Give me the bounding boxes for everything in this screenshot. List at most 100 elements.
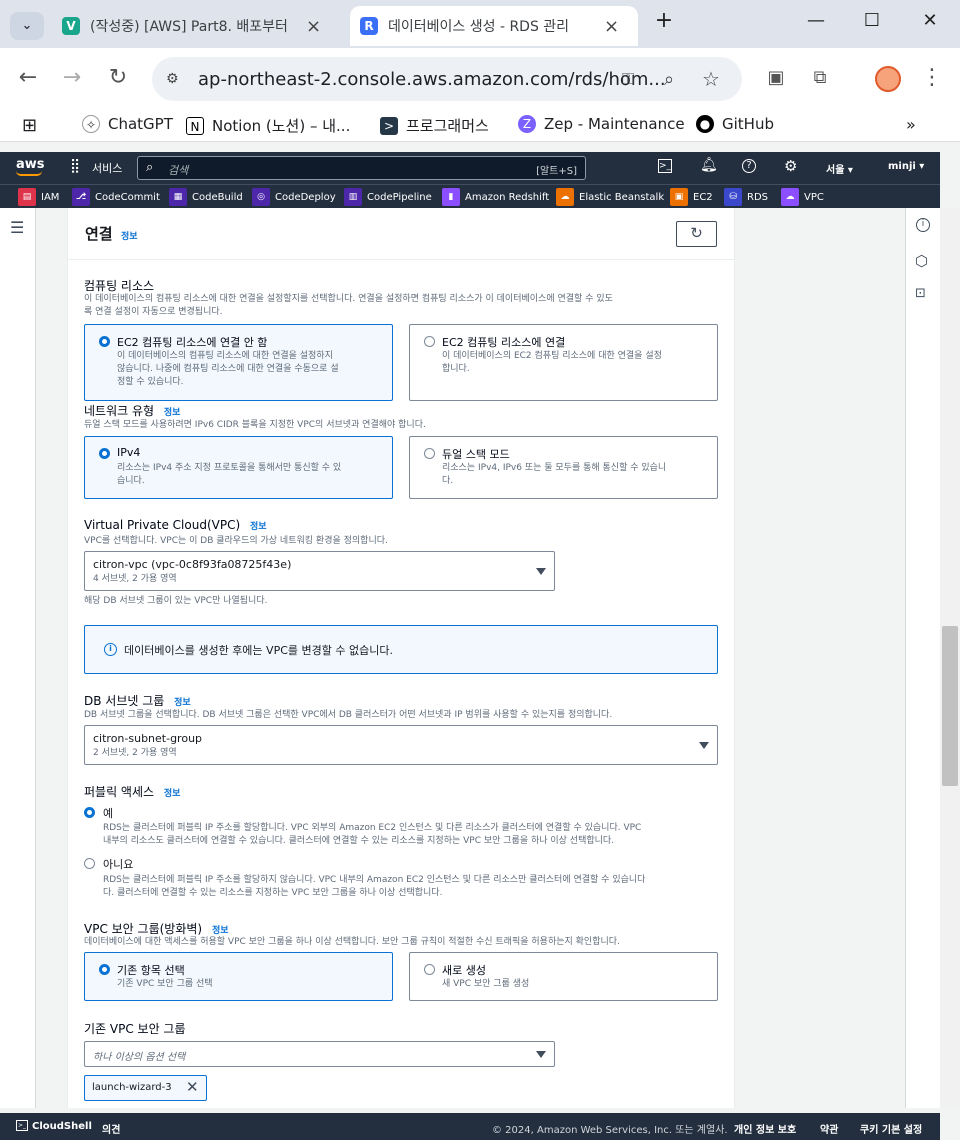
terms-link[interactable]: 약관 (820, 1121, 838, 1136)
tab-inactive[interactable]: V (작성중) [AWS] Part8. 배포부터 × (52, 6, 342, 46)
panel-header: 연결 정보 ↻ (67, 208, 735, 260)
shortcut-rds[interactable]: ⛁ RDS (724, 188, 768, 206)
compute-option-no-connect[interactable]: EC2 컴퓨팅 리소스에 연결 안 함 이 데이터베이스의 컴퓨팅 리소스에 대… (84, 324, 393, 401)
cloudshell-link[interactable]: CloudShell (32, 1121, 92, 1132)
sg-option-create-new[interactable]: 새로 생성 새 VPC 보안 그룹 생성 (409, 952, 718, 1001)
reload-icon[interactable]: ↻ (106, 66, 130, 90)
apps-grid-icon[interactable]: ⊞ (22, 115, 37, 136)
back-icon[interactable]: ← (16, 66, 40, 90)
shortcut-ec2[interactable]: ▣ EC2 (670, 188, 713, 206)
cloudshell-icon[interactable]: >_ (658, 159, 672, 173)
section-info-link[interactable]: 정보 (121, 229, 138, 242)
bookmark-chatgpt[interactable]: ✧ ChatGPT (82, 115, 173, 133)
menu-icon[interactable]: ⋮ (920, 66, 944, 90)
bookmark-github[interactable]: ● GitHub (696, 115, 774, 133)
shortcut-vpc[interactable]: ☁ VPC (781, 188, 824, 206)
services-menu[interactable]: 서비스 (92, 160, 122, 176)
radio-selected[interactable] (99, 336, 110, 347)
sg-info-link[interactable]: 정보 (212, 926, 229, 936)
option-desc: 이 데이터베이스의 EC2 컴퓨팅 리소스에 대한 연결을 설정 (442, 351, 662, 361)
settings-gear-icon[interactable]: ⚙ (784, 157, 797, 175)
left-nav-rail: ☰ (0, 208, 36, 1108)
radio-selected[interactable] (99, 448, 110, 459)
network-option-ipv4[interactable]: IPv4 리소스는 IPv4 주소 지정 프로토콜을 통해서만 통신할 수 있 … (84, 436, 393, 499)
existing-sg-multiselect[interactable]: 하나 이상의 옵션 선택 (84, 1041, 555, 1067)
token-label: launch-wizard-3 (92, 1082, 172, 1093)
public-yes-radio[interactable] (84, 807, 95, 818)
bookmark-programmers[interactable]: > 프로그래머스 (380, 115, 489, 136)
radio-unselected[interactable] (424, 448, 435, 459)
radio-unselected[interactable] (424, 336, 435, 347)
network-info-link[interactable]: 정보 (164, 408, 181, 418)
key-icon[interactable]: ⚿ (622, 69, 634, 89)
compute-description-2: 록 연결 설정이 자동으로 변경됩니다. (84, 307, 223, 317)
public-no-radio[interactable] (84, 858, 95, 869)
chevron-down-icon (536, 568, 546, 575)
new-tab-button[interactable]: + (650, 8, 678, 33)
scrollbar-thumb[interactable] (942, 626, 958, 786)
public-info-link[interactable]: 정보 (164, 789, 181, 799)
shortcut-codepipeline[interactable]: ▥ CodePipeline (344, 188, 432, 206)
hamburger-menu-icon[interactable]: ☰ (10, 218, 24, 237)
aws-logo[interactable]: aws (16, 157, 45, 172)
cookie-settings-link[interactable]: 쿠키 기본 설정 (860, 1121, 922, 1136)
zoom-icon[interactable]: ⌕ (664, 69, 674, 90)
services-grid-icon[interactable]: ⣿ (70, 158, 80, 174)
browser-toolbar: ← → ↻ ⚙ ap-northeast-2.console.aws.amazo… (0, 48, 960, 110)
feedback-link[interactable]: 의견 (102, 1121, 120, 1136)
url-text: ap-northeast-2.console.aws.amazon.com/rd… (198, 68, 666, 90)
user-menu[interactable]: minji ▾ (888, 161, 924, 172)
maximize-button[interactable]: ☐ (858, 10, 886, 31)
region-selector[interactable]: 서울 ▾ (826, 161, 853, 176)
shortcut-codebuild[interactable]: ▦ CodeBuild (169, 188, 243, 206)
close-tab-icon[interactable]: × (604, 16, 619, 37)
help-icon[interactable]: ? (742, 159, 756, 173)
info-panel-icon[interactable]: i (916, 218, 930, 232)
option-desc: 리소스는 IPv4, IPv6 또는 둘 모두를 통해 통신할 수 있습니 (442, 463, 667, 473)
shortcut-redshift[interactable]: ▮ Amazon Redshift (442, 188, 549, 206)
remove-token-icon[interactable]: ✕ (186, 1078, 199, 1096)
radio-selected[interactable] (99, 964, 110, 975)
forward-icon[interactable]: → (60, 66, 84, 90)
note-extension-icon[interactable]: ▣ (764, 66, 788, 90)
subnet-group-select[interactable]: citron-subnet-group 2 서브넷, 2 가용 영역 (84, 725, 718, 765)
page-scrollbar[interactable] (940, 208, 960, 1108)
refresh-button[interactable]: ↻ (676, 221, 717, 247)
compute-option-connect[interactable]: EC2 컴퓨팅 리소스에 연결 이 데이터베이스의 EC2 컴퓨팅 리소스에 대… (409, 324, 718, 401)
cloudshell-footer-icon[interactable]: >_ (16, 1120, 28, 1131)
option-title: 듀얼 스택 모드 (442, 448, 510, 461)
extensions-icon[interactable]: ⧉ (808, 66, 832, 90)
minimize-button[interactable]: — (802, 10, 830, 31)
bookmark-star-icon[interactable]: ☆ (702, 67, 720, 91)
privacy-link[interactable]: 개인 정보 보호 (734, 1121, 796, 1136)
shortcut-elastic-beanstalk[interactable]: ☁ Elastic Beanstalk (556, 188, 664, 206)
aws-search-input[interactable]: ⌕ 검색 [알트+S] (137, 156, 586, 180)
tab-active[interactable]: R 데이터베이스 생성 - RDS 관리 × (350, 6, 638, 46)
more-bookmarks-icon[interactable]: » (906, 115, 916, 134)
radio-unselected[interactable] (424, 964, 435, 975)
sg-option-existing[interactable]: 기존 항목 선택 기존 VPC 보안 그룹 선택 (84, 952, 393, 1001)
subnet-info-link[interactable]: 정보 (174, 698, 191, 708)
help-panel-icon[interactable]: ⬡ (915, 252, 928, 270)
shortcut-codedeploy[interactable]: ◎ CodeDeploy (252, 188, 336, 206)
vpc-info-link[interactable]: 정보 (250, 522, 267, 532)
shortcut-iam[interactable]: ▤ IAM (18, 188, 59, 206)
site-info-icon[interactable]: ⚙ (166, 71, 179, 87)
profile-avatar[interactable] (875, 66, 901, 92)
close-tab-icon[interactable]: × (306, 16, 321, 37)
close-window-button[interactable]: ✕ (916, 10, 944, 31)
tutorial-panel-icon[interactable]: ⊡ (915, 286, 926, 301)
service-shortcuts-bar: ▤ IAM ⎇ CodeCommit ▦ CodeBuild ◎ CodeDeploy … (0, 184, 940, 208)
notifications-bell-icon[interactable]: 🔔︎ (700, 157, 718, 173)
bookmark-zep[interactable]: Z Zep - Maintenance (518, 115, 685, 133)
vpc-selected-value: citron-vpc (vpc-0c8f93fa08725f43e) (93, 558, 292, 571)
bookmark-notion[interactable]: N Notion (노션) – 내... (186, 115, 350, 136)
vpc-select[interactable]: citron-vpc (vpc-0c8f93fa08725f43e) 4 서브넷… (84, 551, 555, 591)
copyright-text: © 2024, Amazon Web Services, Inc. 또는 계열사… (492, 1125, 728, 1136)
address-bar[interactable]: ⚙ ap-northeast-2.console.aws.amazon.com/… (152, 57, 742, 101)
option-desc: 합니다. (442, 364, 470, 374)
option-title: EC2 컴퓨팅 리소스에 연결 안 함 (117, 336, 268, 349)
network-option-dual-stack[interactable]: 듀얼 스택 모드 리소스는 IPv4, IPv6 또는 둘 모두를 통해 통신할… (409, 436, 718, 499)
shortcut-codecommit[interactable]: ⎇ CodeCommit (72, 188, 160, 206)
tab-search-button[interactable]: ⌄ (10, 12, 44, 40)
